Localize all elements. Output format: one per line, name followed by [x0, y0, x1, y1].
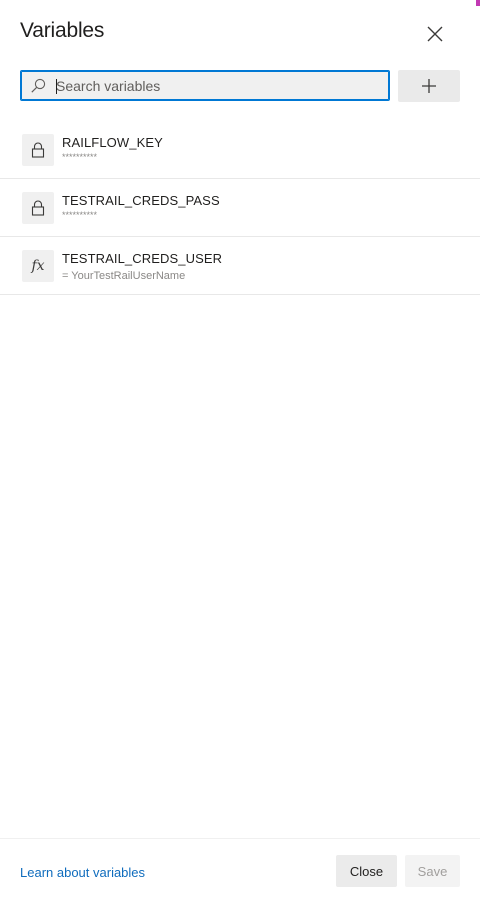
panel-footer: Learn about variables Close Save [0, 838, 480, 904]
variable-item-testrail-creds-pass[interactable]: TESTRAIL_CREDS_PASS ********** [0, 179, 480, 237]
close-button[interactable]: Close [336, 855, 397, 887]
lock-icon [22, 192, 54, 224]
variable-name: RAILFLOW_KEY [62, 135, 163, 150]
variable-value: ********** [62, 210, 98, 220]
search-row [20, 70, 460, 102]
search-box[interactable] [20, 70, 390, 101]
add-variable-button[interactable] [398, 70, 460, 102]
variable-item-testrail-creds-user[interactable]: fx TESTRAIL_CREDS_USER = YourTestRailUse… [0, 237, 480, 295]
panel-title: Variables [20, 19, 105, 42]
variables-panel: Variables Search variables RAILFLOW_KEY … [0, 0, 480, 904]
variable-name: TESTRAIL_CREDS_USER [62, 251, 223, 266]
text-caret [56, 79, 57, 94]
plus-icon [422, 79, 436, 93]
lock-icon [22, 134, 54, 166]
learn-about-variables-link[interactable]: Learn about variables [20, 865, 145, 880]
variable-value: ********** [62, 152, 98, 162]
fx-glyph: fx [31, 258, 45, 274]
save-button[interactable]: Save [405, 855, 460, 887]
close-icon[interactable] [421, 20, 449, 48]
variable-name: TESTRAIL_CREDS_PASS [62, 193, 220, 208]
search-input[interactable] [55, 71, 375, 100]
variable-list: RAILFLOW_KEY ********** TESTRAIL_CREDS_P… [0, 121, 480, 295]
search-icon [21, 71, 55, 100]
variable-value: = YourTestRailUserName [62, 270, 186, 282]
panel-header: Variables [0, 0, 480, 64]
variable-item-railflow-key[interactable]: RAILFLOW_KEY ********** [0, 121, 480, 179]
fx-icon: fx [22, 250, 54, 282]
